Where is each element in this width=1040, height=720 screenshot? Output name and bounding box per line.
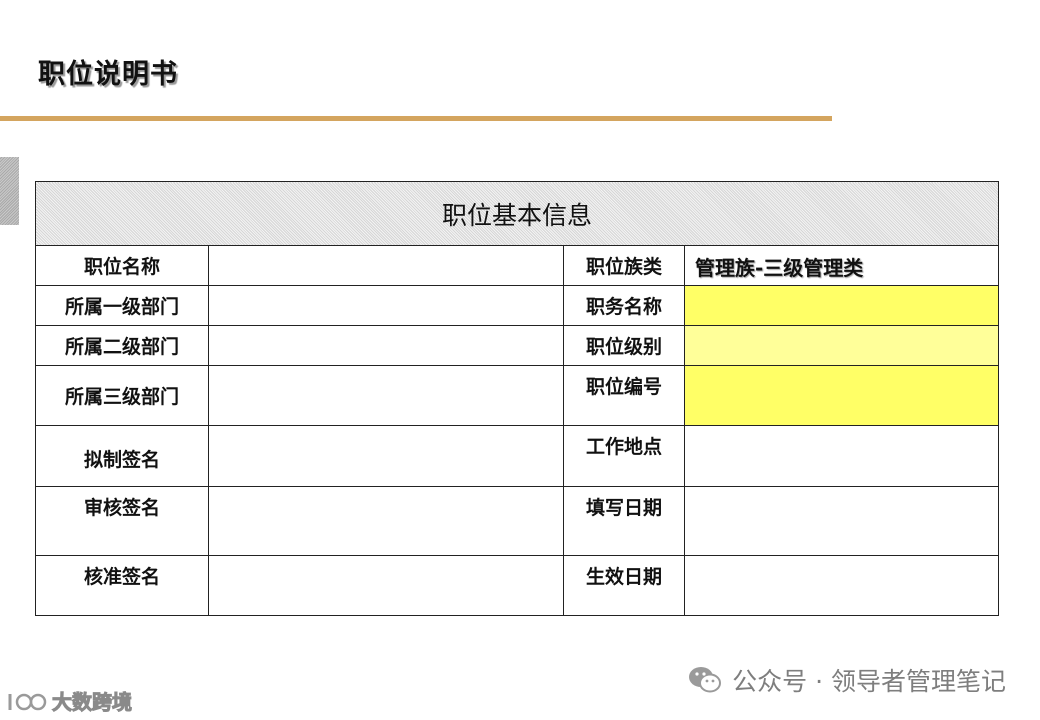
table-row: 审核签名 填写日期 <box>35 486 1000 556</box>
row-value-field[interactable] <box>683 425 1000 487</box>
watermark-text: 公众号 · 领导者管理笔记 <box>732 667 1006 696</box>
table-header: 职位基本信息 <box>34 181 1000 246</box>
brand-text: 大数跨境 <box>52 690 133 715</box>
row-label: 审核签名 <box>35 486 209 556</box>
row-label: 所属二级部门 <box>35 325 209 366</box>
job-family-value[interactable]: 管理族-三级管理类 <box>683 245 1000 286</box>
table-row: 核准签名 生效日期 <box>35 555 1000 616</box>
row-value-field-highlighted[interactable] <box>683 365 1000 426</box>
table-row: 所属一级部门 职务名称 <box>35 285 1000 326</box>
wechat-icon <box>689 667 722 693</box>
row-label: 工作地点 <box>563 425 685 487</box>
job-info-table: 职位基本信息 职位名称 职位族类 管理族-三级管理类 所属一级部门 职务名称 所… <box>34 181 1000 616</box>
row-value-field[interactable] <box>208 365 564 426</box>
wechat-watermark: 公众号 · 领导者管理笔记 <box>688 662 1006 698</box>
row-label: 职位编号 <box>563 365 685 426</box>
title-divider <box>0 116 832 121</box>
row-label: 所属三级部门 <box>35 365 209 426</box>
row-label: 职位级别 <box>563 325 685 366</box>
table-header-row: 职位基本信息 <box>34 181 1000 246</box>
row-label: 生效日期 <box>563 555 685 616</box>
row-label: 职位族类 <box>563 245 685 286</box>
row-label: 职务名称 <box>563 285 685 326</box>
row-label: 拟制签名 <box>35 425 209 487</box>
row-value-field[interactable] <box>208 325 564 366</box>
row-value-field[interactable] <box>208 555 564 616</box>
brand-logo-icon <box>8 693 47 710</box>
side-tab-decoration <box>0 157 19 225</box>
page-title: 职位说明书 <box>38 59 178 90</box>
row-value-field-highlighted[interactable] <box>683 325 1000 366</box>
row-label: 职位名称 <box>35 245 209 286</box>
row-value-field[interactable] <box>208 425 564 487</box>
brand-logo: 大数跨境 <box>4 686 133 715</box>
row-value-field[interactable] <box>683 486 1000 556</box>
row-value-field[interactable] <box>208 245 564 286</box>
table-row: 所属三级部门 职位编号 <box>35 365 1000 426</box>
row-label: 所属一级部门 <box>35 285 209 326</box>
table-row: 所属二级部门 职位级别 <box>35 325 1000 366</box>
row-label: 填写日期 <box>563 486 685 556</box>
row-label: 核准签名 <box>35 555 209 616</box>
row-value-field[interactable] <box>208 285 564 326</box>
row-value-field[interactable] <box>683 555 1000 616</box>
table-row: 职位名称 职位族类 管理族-三级管理类 <box>35 245 1000 286</box>
row-value-field[interactable] <box>208 486 564 556</box>
table-row: 拟制签名 工作地点 <box>35 425 1000 487</box>
row-value-field-highlighted[interactable] <box>683 285 1000 326</box>
